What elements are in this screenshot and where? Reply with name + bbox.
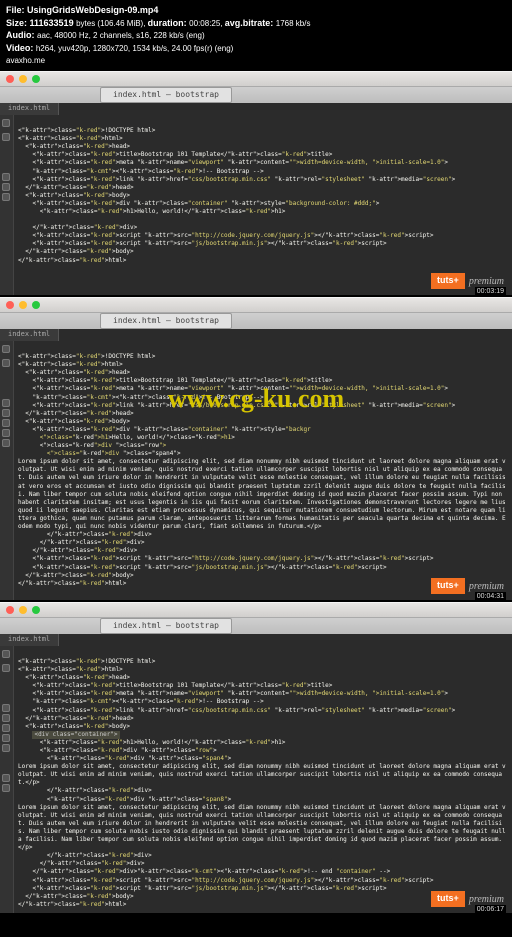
close-icon[interactable] (6, 75, 14, 83)
code-text: <"k-attr">class="k-red">!DOCTYPE html> <… (18, 353, 455, 457)
code-area-2[interactable]: <"k-attr">class="k-red">!DOCTYPE html> <… (0, 341, 512, 600)
editor-pane-1: index.html — bootstrap index.html <"k-at… (0, 71, 512, 295)
lorem-text: Lorem ipsum dolor sit amet, consectetur … (18, 804, 506, 851)
minimize-icon[interactable] (19, 606, 27, 614)
editor-pane-3: index.html — bootstrap index.html <"k-at… (0, 602, 512, 913)
window-titlebar[interactable] (0, 602, 512, 618)
code-area-1[interactable]: <"k-attr">class="k-red">!DOCTYPE html> <… (0, 115, 512, 295)
timestamp: 00:04:31 (475, 592, 506, 601)
zoom-icon[interactable] (32, 301, 40, 309)
minimize-icon[interactable] (19, 75, 27, 83)
minimize-icon[interactable] (19, 301, 27, 309)
editor-pane-2: index.html — bootstrap index.html <"k-at… (0, 297, 512, 600)
zoom-icon[interactable] (32, 606, 40, 614)
mediainfo-header: File: UsingGridsWebDesign-09.mp4 Size: 1… (0, 0, 512, 71)
close-icon[interactable] (6, 606, 14, 614)
window-tabbar: index.html — bootstrap (0, 313, 512, 329)
code-text: <"k-attr">class="k-red">h1>Hello, world!… (18, 739, 285, 762)
file-tab[interactable]: index.html (0, 329, 59, 341)
window-tab[interactable]: index.html — bootstrap (100, 313, 232, 329)
file-tab[interactable]: index.html (0, 634, 59, 646)
gutter (0, 646, 14, 913)
code-text: </"k-attr">class="k-red">div> <"k-attr">… (18, 787, 231, 802)
lorem-text: Lorem ipsum dolor sit amet, consectetur … (18, 458, 509, 530)
code-area-3[interactable]: <"k-attr">class="k-red">!DOCTYPE html> <… (0, 646, 512, 913)
highlighted-line: <div class="container"> (32, 731, 119, 739)
code-text: </"k-attr">class="k-red">div> </"k-attr"… (18, 852, 434, 908)
close-icon[interactable] (6, 301, 14, 309)
file-tab[interactable]: index.html (0, 103, 59, 115)
window-tabbar: index.html — bootstrap (0, 618, 512, 634)
window-titlebar[interactable] (0, 71, 512, 87)
window-tab[interactable]: index.html — bootstrap (100, 87, 232, 103)
lorem-text: Lorem ipsum dolor sit amet, consectetur … (18, 763, 506, 786)
code-text: <"k-attr">class="k-red">!DOCTYPE html> <… (18, 127, 455, 264)
timestamp: 00:03:19 (475, 287, 506, 296)
code-text: <"k-attr">class="k-red">!DOCTYPE html> <… (18, 658, 455, 738)
zoom-icon[interactable] (32, 75, 40, 83)
gutter (0, 341, 14, 600)
timestamp: 00:06:17 (475, 905, 506, 914)
window-tabbar: index.html — bootstrap (0, 87, 512, 103)
window-tab[interactable]: index.html — bootstrap (100, 618, 232, 634)
gutter (0, 115, 14, 295)
window-titlebar[interactable] (0, 297, 512, 313)
code-text: </"k-attr">class="k-red">div> </"k-attr"… (18, 531, 434, 587)
